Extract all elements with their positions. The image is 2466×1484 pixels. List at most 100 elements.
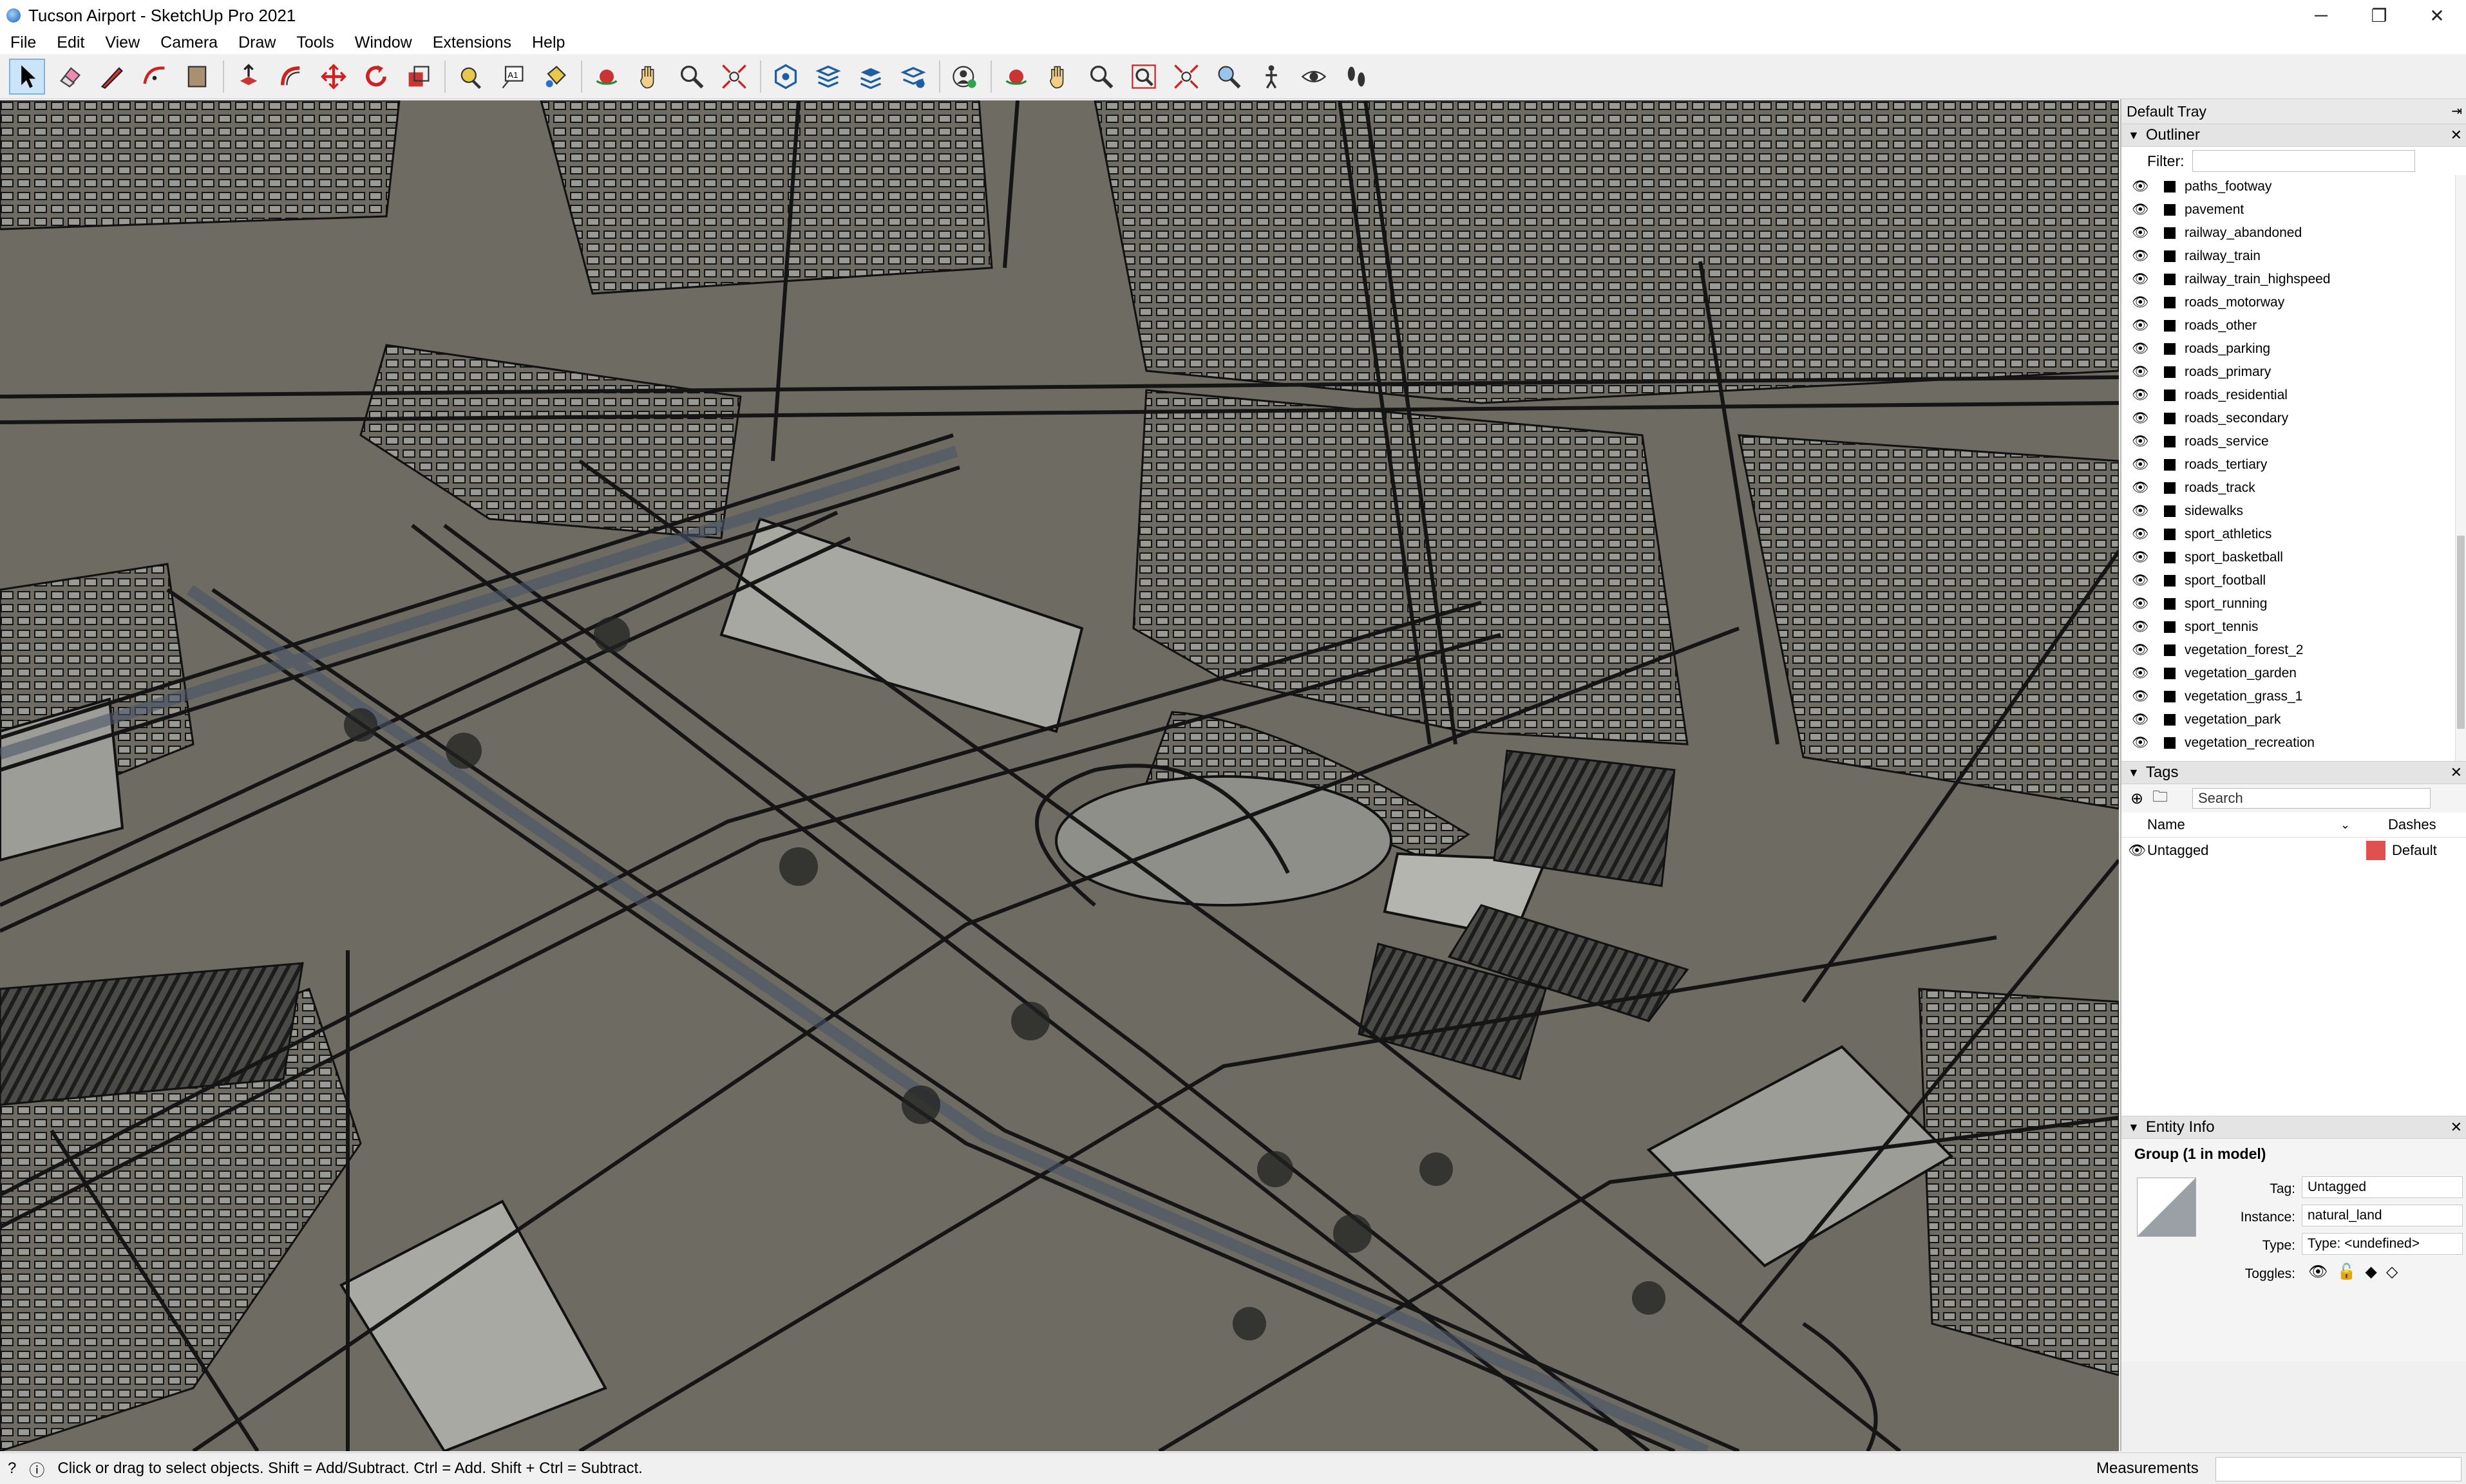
- menu-help[interactable]: Help: [522, 33, 575, 52]
- eye-icon[interactable]: 👁: [2132, 527, 2154, 542]
- shape-tool-button[interactable]: [179, 59, 215, 95]
- offset-tool-button[interactable]: [273, 59, 309, 95]
- collapse-triangle-icon[interactable]: ▼: [2128, 766, 2139, 780]
- eye-icon[interactable]: 👁: [2132, 411, 2154, 426]
- outliner-item[interactable]: 👁 sport_basketball: [2121, 546, 2466, 569]
- menu-view[interactable]: View: [95, 33, 150, 52]
- type-select[interactable]: Type: <undefined>: [2302, 1233, 2463, 1255]
- eye-icon[interactable]: 👁: [2132, 480, 2154, 496]
- outliner-item[interactable]: 👁 roads_other: [2121, 314, 2466, 337]
- eye-icon[interactable]: 👁: [2132, 202, 2154, 218]
- layout-tool-button[interactable]: [853, 59, 889, 95]
- outliner-filter-input[interactable]: [2192, 150, 2415, 172]
- outliner-item[interactable]: 👁 pavement: [2121, 198, 2466, 221]
- outliner-item[interactable]: 👁 roads_track: [2121, 476, 2466, 500]
- eye-icon[interactable]: 👁: [2132, 550, 2154, 565]
- eye-icon[interactable]: 👁: [2132, 503, 2154, 519]
- outliner-item[interactable]: 👁 roads_motorway: [2121, 291, 2466, 314]
- outliner-item[interactable]: 👁 roads_service: [2121, 430, 2466, 453]
- auto-hide-pin-icon[interactable]: ⇥: [2451, 103, 2462, 119]
- add-tag-folder-icon[interactable]: 🗀: [2152, 785, 2168, 812]
- eye-icon[interactable]: 👁: [2128, 842, 2146, 859]
- info-icon[interactable]: ⓘ: [29, 1458, 44, 1480]
- model-viewport[interactable]: [0, 100, 2119, 1451]
- outliner-item[interactable]: 👁 paths_footway: [2121, 175, 2466, 198]
- eye-icon[interactable]: 👁: [2132, 735, 2154, 751]
- text-tool-button[interactable]: A1: [495, 59, 531, 95]
- outliner-scrollbar[interactable]: [2455, 175, 2466, 761]
- arc-tool-button[interactable]: [137, 59, 173, 95]
- warehouse-tool-button[interactable]: [768, 59, 804, 95]
- maximize-button[interactable]: ❐: [2350, 0, 2408, 31]
- outliner-item[interactable]: 👁 vegetation_garden: [2121, 662, 2466, 685]
- account-tool-button[interactable]: [947, 59, 983, 95]
- material-thumbnail[interactable]: [2137, 1178, 2196, 1237]
- outliner-item[interactable]: 👁 sport_tennis: [2121, 615, 2466, 639]
- eraser-tool-button[interactable]: [52, 59, 88, 95]
- eye-icon[interactable]: 👁: [2132, 596, 2154, 612]
- lock-toggle-icon[interactable]: 🔓: [2337, 1263, 2356, 1281]
- outliner-item[interactable]: 👁 vegetation_park: [2121, 708, 2466, 731]
- chevron-down-icon[interactable]: ⌄: [2340, 818, 2350, 832]
- outliner-item[interactable]: 👁 railway_train_highspeed: [2121, 268, 2466, 291]
- menu-tools[interactable]: Tools: [286, 33, 344, 52]
- walk-tool-button[interactable]: [1338, 59, 1374, 95]
- minimize-button[interactable]: ─: [2292, 0, 2350, 31]
- push-pull-tool-button[interactable]: [231, 59, 267, 95]
- rotate-tool-button[interactable]: [358, 59, 394, 95]
- eye-icon[interactable]: 👁: [2132, 434, 2154, 449]
- extension-manager-tool-button[interactable]: [895, 59, 931, 95]
- tag-select[interactable]: Untagged: [2302, 1176, 2463, 1198]
- zoom-tool-button[interactable]: [674, 59, 710, 95]
- close-panel-icon[interactable]: ✕: [2451, 764, 2462, 781]
- outliner-item[interactable]: 👁 roads_tertiary: [2121, 453, 2466, 476]
- tags-panel-header[interactable]: ▼ Tags ✕: [2121, 761, 2466, 784]
- eye-icon[interactable]: 👁: [2132, 364, 2154, 380]
- tags-search-input[interactable]: Search: [2192, 788, 2431, 809]
- receive-shadows-icon[interactable]: ◆: [2365, 1263, 2376, 1281]
- scrollbar-thumb[interactable]: [2457, 536, 2465, 729]
- eye-icon[interactable]: 👁: [2132, 457, 2154, 473]
- eye-icon[interactable]: 👁: [2132, 318, 2154, 333]
- tags-dashes-column[interactable]: Dashes: [2388, 816, 2436, 833]
- outliner-item[interactable]: 👁 vegetation_forest_2: [2121, 639, 2466, 662]
- tag-color-swatch[interactable]: [2366, 841, 2385, 860]
- outliner-item[interactable]: 👁 roads_parking: [2121, 337, 2466, 361]
- zoom-extents-tool-button[interactable]: [716, 59, 752, 95]
- pan-tool-2-button[interactable]: [1041, 59, 1077, 95]
- menu-camera[interactable]: Camera: [150, 33, 228, 52]
- outliner-item[interactable]: 👁 railway_abandoned: [2121, 221, 2466, 245]
- tag-dashes[interactable]: Default: [2392, 842, 2437, 859]
- outliner-item[interactable]: 👁 vegetation_recreation: [2121, 731, 2466, 755]
- zoom-tool-2-button[interactable]: [1083, 59, 1119, 95]
- eye-icon[interactable]: 👁: [2132, 295, 2154, 310]
- help-icon[interactable]: ?: [8, 1460, 16, 1478]
- eye-icon[interactable]: 👁: [2132, 619, 2154, 635]
- scale-tool-button[interactable]: [401, 59, 437, 95]
- visibility-toggle-icon[interactable]: 👁: [2308, 1263, 2328, 1281]
- collapse-triangle-icon[interactable]: ▼: [2128, 129, 2139, 142]
- paint-bucket-tool-button[interactable]: [537, 59, 573, 95]
- eye-icon[interactable]: 👁: [2132, 643, 2154, 658]
- eye-icon[interactable]: 👁: [2132, 179, 2154, 194]
- orbit-tool-2-button[interactable]: [998, 59, 1034, 95]
- eye-icon[interactable]: 👁: [2132, 573, 2154, 588]
- eye-icon[interactable]: 👁: [2132, 225, 2154, 241]
- cast-shadows-icon[interactable]: ◇: [2386, 1263, 2398, 1281]
- outliner-item[interactable]: 👁 sport_athletics: [2121, 523, 2466, 546]
- close-panel-icon[interactable]: ✕: [2451, 127, 2462, 144]
- eye-icon[interactable]: 👁: [2132, 689, 2154, 704]
- extension-warehouse-tool-button[interactable]: [810, 59, 846, 95]
- menu-extensions[interactable]: Extensions: [422, 33, 522, 52]
- pan-tool-button[interactable]: [631, 59, 667, 95]
- zoom-extents-tool-2-button[interactable]: [1168, 59, 1204, 95]
- collapse-triangle-icon[interactable]: ▼: [2128, 1121, 2139, 1134]
- add-tag-icon[interactable]: ⊕: [2130, 789, 2143, 808]
- menu-draw[interactable]: Draw: [228, 33, 286, 52]
- entity-info-panel-header[interactable]: ▼ Entity Info ✕: [2121, 1116, 2466, 1139]
- eye-icon[interactable]: 👁: [2132, 388, 2154, 403]
- outliner-item[interactable]: 👁 roads_primary: [2121, 361, 2466, 384]
- tape-measure-tool-button[interactable]: [452, 59, 488, 95]
- outliner-item[interactable]: 👁 railway_train: [2121, 245, 2466, 268]
- eye-icon[interactable]: 👁: [2132, 712, 2154, 728]
